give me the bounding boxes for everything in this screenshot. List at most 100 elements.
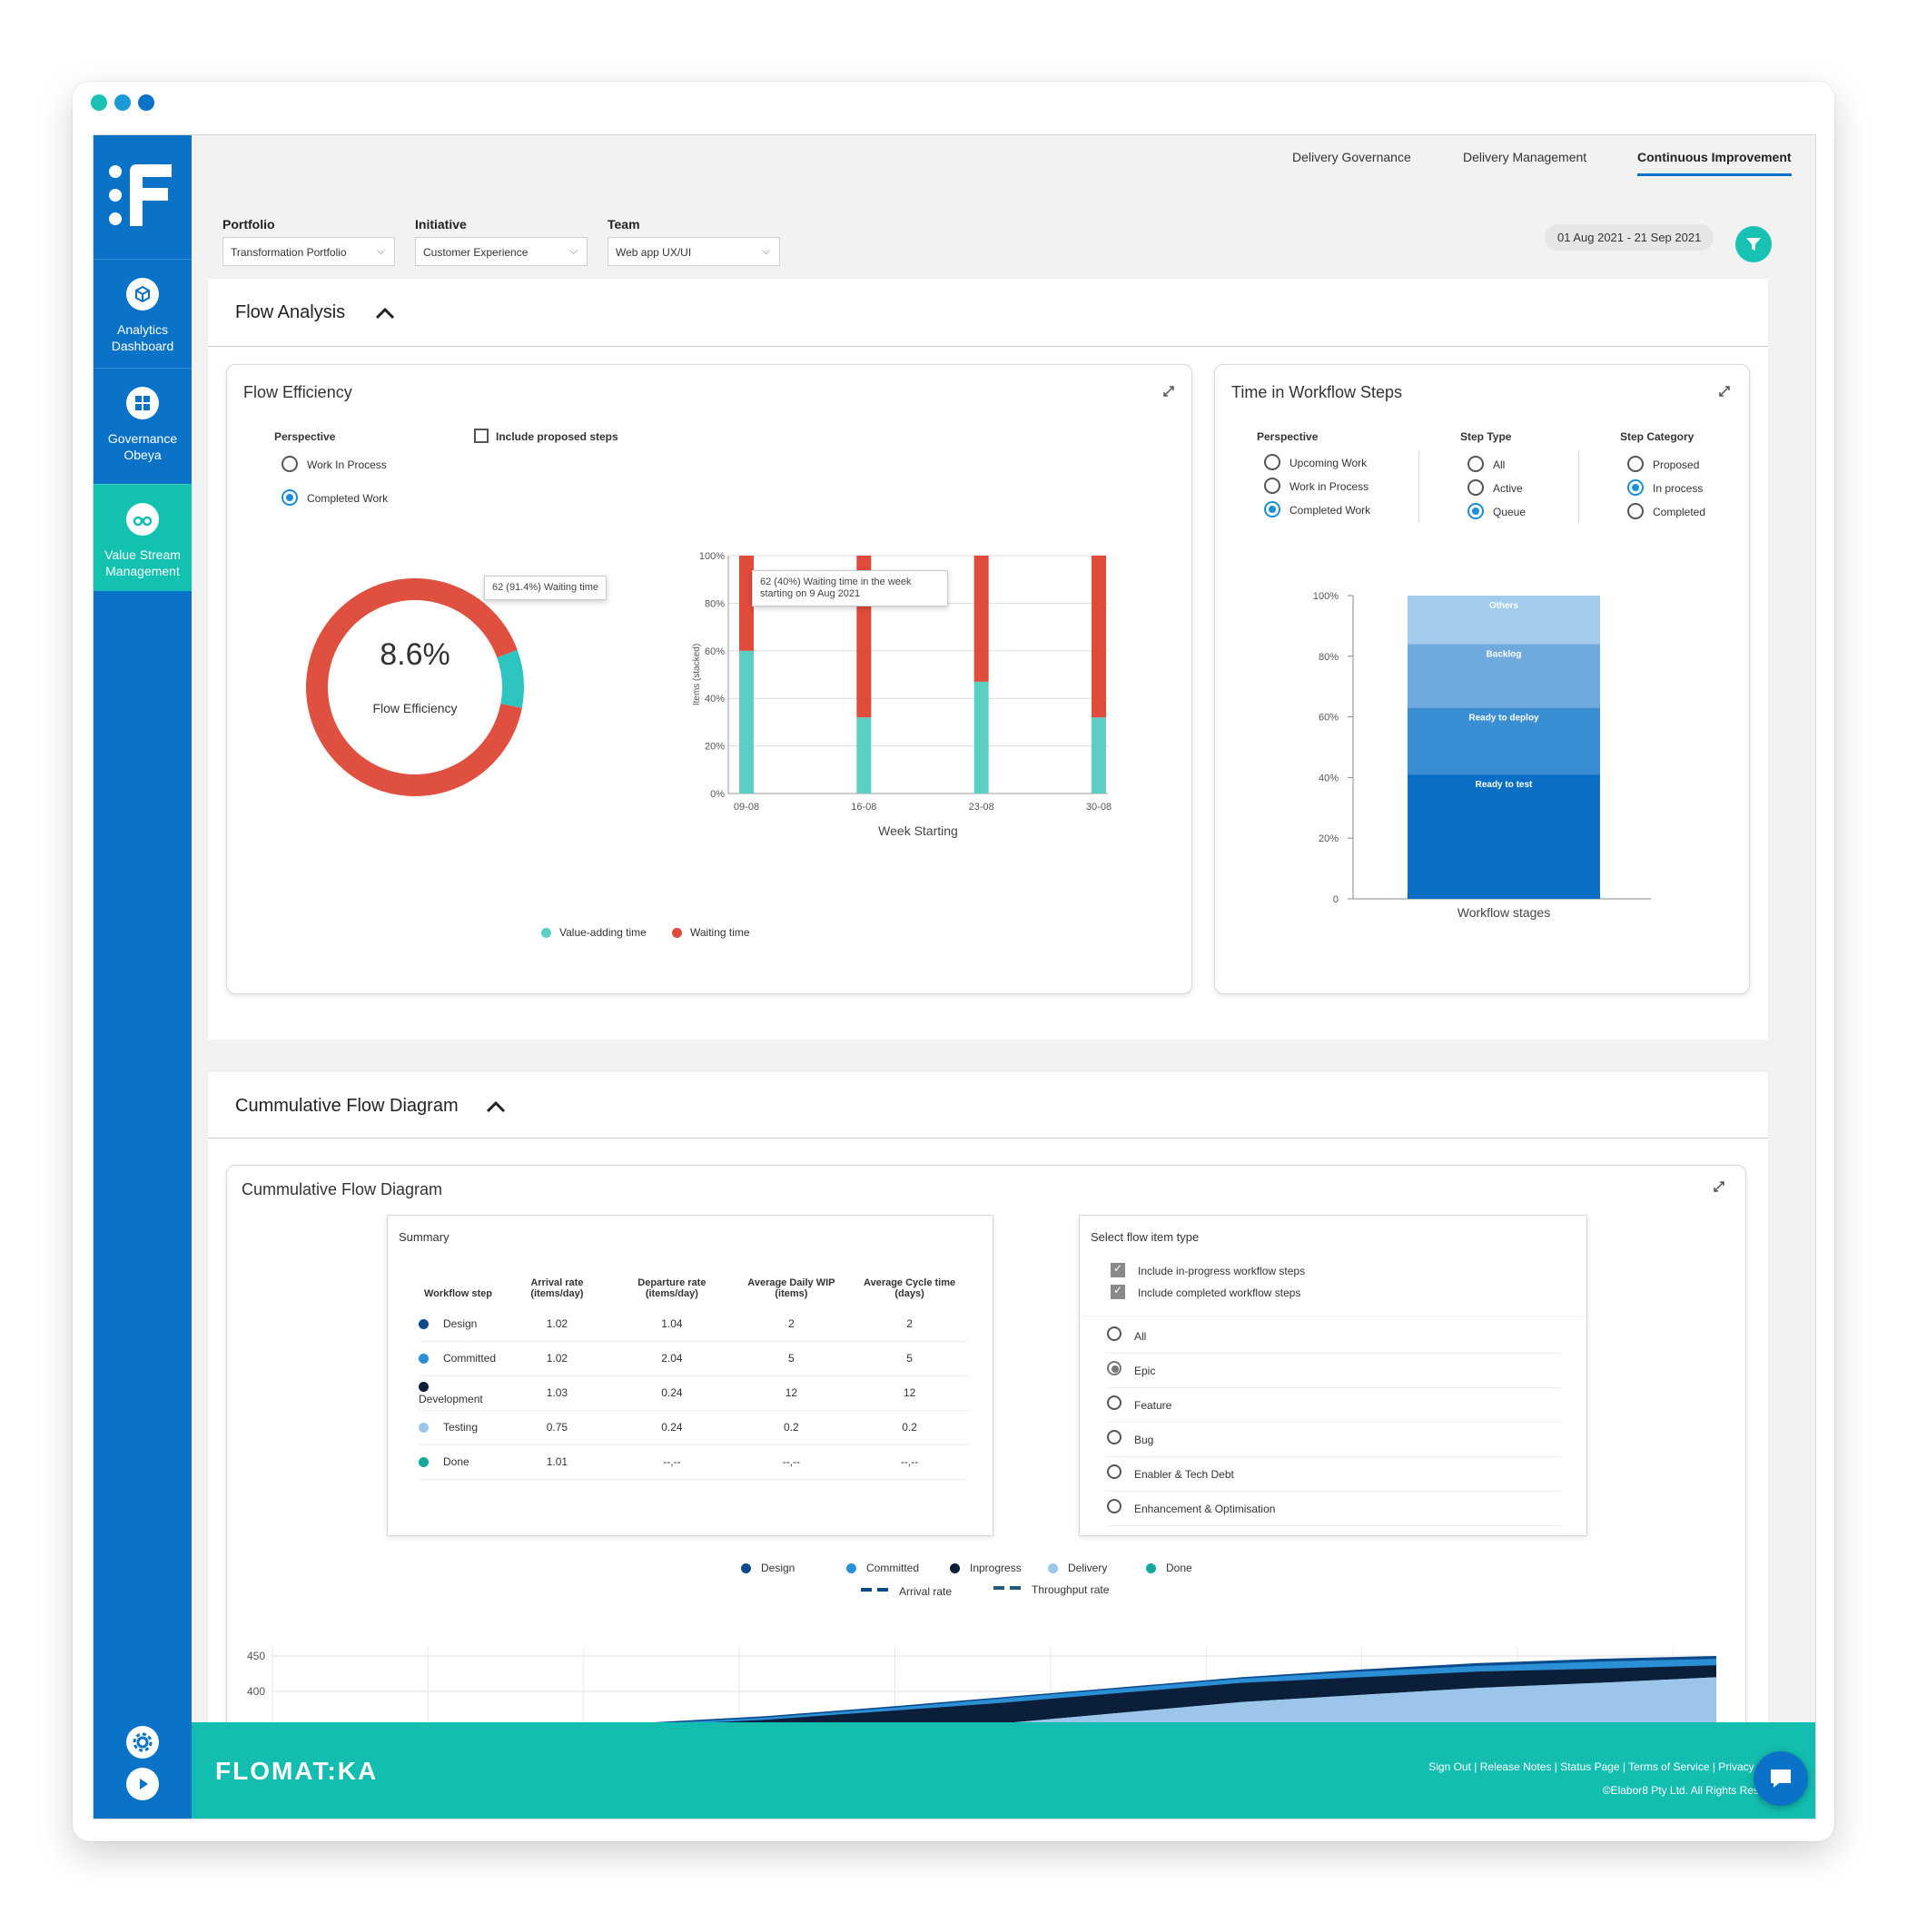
radio-category-in-process[interactable]: [1627, 479, 1644, 496]
radio-button[interactable]: [1107, 1464, 1121, 1479]
radio-label: Upcoming Work: [1289, 457, 1367, 469]
expand-icon[interactable]: [1162, 385, 1175, 398]
table-row: Committed1.022.0455: [419, 1341, 969, 1375]
portfolio-select[interactable]: Transformation Portfolio ⌵: [222, 237, 395, 266]
checkbox-label: Include proposed steps: [496, 430, 618, 443]
sidebar-item-value-stream-management[interactable]: Value Stream Management: [94, 484, 192, 591]
tab-delivery-management[interactable]: Delivery Management: [1463, 150, 1586, 164]
radio-completed-work[interactable]: [1264, 501, 1280, 518]
bar-value-adding[interactable]: [1092, 717, 1106, 794]
radio-work-in-process[interactable]: [282, 456, 298, 472]
team-select[interactable]: Web app UX/UI ⌵: [608, 237, 780, 266]
radio-step-active[interactable]: [1467, 479, 1484, 496]
radio-button[interactable]: [1107, 1430, 1121, 1444]
stage-segment[interactable]: [1408, 774, 1600, 899]
table-row: Development1.030.241212: [419, 1375, 969, 1410]
expand-icon[interactable]: [1718, 385, 1731, 398]
bar-value-adding[interactable]: [856, 717, 871, 794]
y-tick-label: 80%: [1319, 652, 1339, 663]
radio-category-proposed[interactable]: [1627, 456, 1644, 472]
bar-value-adding[interactable]: [739, 651, 754, 794]
tab-delivery-governance[interactable]: Delivery Governance: [1292, 150, 1411, 164]
portfolio-select-value: Transformation Portfolio: [231, 246, 347, 259]
bar-waiting[interactable]: [1092, 556, 1106, 717]
gear-icon[interactable]: [126, 1726, 159, 1759]
legend-dot: [1146, 1563, 1156, 1573]
divider: [1578, 450, 1579, 523]
bar-value-adding[interactable]: [974, 682, 989, 794]
include-proposed-checkbox[interactable]: [474, 429, 489, 443]
legend-dot-value-adding: [541, 928, 551, 938]
card-title: Time in Workflow Steps: [1231, 383, 1402, 402]
date-range-picker[interactable]: 01 Aug 2021 - 21 Sep 2021: [1545, 224, 1714, 251]
radio-button[interactable]: [1107, 1326, 1121, 1341]
col-header: Workflow step: [419, 1277, 503, 1306]
radio-step-all[interactable]: [1467, 456, 1484, 472]
portfolio-label: Portfolio: [222, 217, 275, 232]
checkbox-label: Include in-progress workflow steps: [1138, 1265, 1305, 1277]
legend-dot-waiting: [672, 928, 682, 938]
legend-label: Value-adding time: [559, 926, 647, 939]
x-axis-label: Week Starting: [878, 823, 958, 838]
sidebar-item-analytics-dashboard[interactable]: Analytics Dashboard: [94, 259, 192, 366]
radio-step-queue[interactable]: [1467, 503, 1484, 519]
radio-label: Queue: [1493, 506, 1526, 518]
step-color-dot: [419, 1457, 429, 1467]
departure-cell: 1.04: [611, 1306, 732, 1341]
flow-item-type-option[interactable]: Epic: [1107, 1354, 1561, 1388]
departure-cell: 2.04: [611, 1341, 732, 1375]
cycle-cell: --,--: [850, 1444, 969, 1479]
collapse-chevron-up-icon[interactable]: [375, 306, 395, 320]
footer-link-list[interactable]: Sign Out | Release Notes | Status Page |…: [1428, 1760, 1786, 1773]
radio-work-in-process[interactable]: [1264, 478, 1280, 494]
include-completed-checkbox[interactable]: [1111, 1285, 1125, 1299]
legend-dot: [846, 1563, 856, 1573]
flow-item-type-panel: Select flow item type Include in-progres…: [1079, 1215, 1587, 1536]
donut-slice-waiting[interactable]: [306, 578, 522, 796]
sidebar-item-governance-obeya[interactable]: Governance Obeya: [94, 368, 192, 475]
bar-waiting[interactable]: [974, 556, 989, 682]
radio-label: Proposed: [1653, 458, 1699, 471]
radio-label: Completed Work: [307, 492, 388, 505]
radio-label: Enhancement & Optimisation: [1134, 1503, 1275, 1515]
y-tick-label: 20%: [1319, 833, 1339, 844]
chat-button[interactable]: [1754, 1751, 1808, 1806]
perspective-label: Perspective: [274, 430, 335, 443]
flow-item-type-option[interactable]: All: [1107, 1319, 1561, 1354]
flow-item-type-option[interactable]: Enhancement & Optimisation: [1107, 1492, 1561, 1526]
x-tick-label: 09-08: [734, 802, 759, 813]
cycle-cell: 0.2: [850, 1410, 969, 1444]
initiative-label: Initiative: [415, 217, 467, 232]
expand-icon[interactable]: [1713, 1180, 1725, 1193]
flomatika-logo-icon[interactable]: [108, 163, 177, 228]
card-title: Cummulative Flow Diagram: [242, 1180, 442, 1199]
sidebar-item-label: Analytics Dashboard: [94, 321, 192, 354]
chevron-down-icon: ⌵: [569, 244, 578, 258]
radio-completed-work[interactable]: [282, 489, 298, 506]
y-tick-label: 0: [1333, 894, 1339, 905]
workflow-step-name: Design: [443, 1317, 477, 1330]
workflow-step-name: Testing: [443, 1421, 478, 1434]
legend-label: Design: [761, 1562, 795, 1574]
flow-item-type-list: AllEpicFeatureBugEnabler & Tech Debt Enha…: [1107, 1319, 1561, 1537]
filter-button[interactable]: [1735, 226, 1772, 262]
play-icon[interactable]: [126, 1768, 159, 1800]
radio-button[interactable]: [1107, 1361, 1121, 1375]
initiative-select[interactable]: Customer Experience ⌵: [415, 237, 588, 266]
flow-item-type-option[interactable]: Feature: [1107, 1388, 1561, 1423]
radio-button[interactable]: [1107, 1395, 1121, 1410]
radio-category-completed[interactable]: [1627, 503, 1644, 519]
include-in-progress-checkbox[interactable]: [1111, 1263, 1125, 1277]
y-tick-label: 450: [247, 1650, 265, 1662]
flow-item-type-option[interactable]: Bug: [1107, 1423, 1561, 1457]
funnel-icon: [1744, 235, 1763, 253]
radio-button[interactable]: [1107, 1499, 1121, 1513]
y-tick-label: 40%: [705, 694, 725, 705]
radio-upcoming-work[interactable]: [1264, 454, 1280, 470]
donut-tooltip-text: 62 (91.4%) Waiting time: [492, 582, 598, 593]
donut-tooltip: 62 (91.4%) Waiting time: [484, 576, 607, 600]
collapse-chevron-up-icon[interactable]: [486, 1099, 506, 1114]
table-row: Design1.021.0422: [419, 1306, 969, 1341]
flow-item-type-option[interactable]: Enabler & Tech Debt: [1107, 1457, 1561, 1492]
tab-continuous-improvement[interactable]: Continuous Improvement: [1637, 150, 1792, 164]
